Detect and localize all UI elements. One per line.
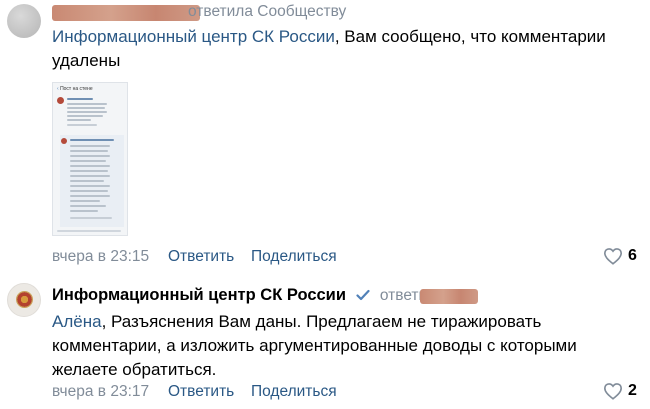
attached-screenshot[interactable]: ‹ Пост на стене [52, 82, 128, 236]
reply-to-link[interactable]: Информационный центр СК России [52, 27, 335, 46]
heart-icon [603, 248, 623, 265]
comment-header: Информационный центр СК России ответил [52, 286, 436, 306]
comment-text: Информационный центр СК России, Вам сооб… [52, 25, 642, 73]
thumbnail-header: ‹ Пост на стене [57, 86, 93, 92]
like-count: 6 [628, 247, 637, 264]
heart-icon [603, 383, 623, 400]
redacted-author-name [52, 5, 200, 21]
author-name[interactable]: Информационный центр СК России [52, 286, 346, 304]
commenter-avatar[interactable] [7, 4, 41, 38]
like-count: 2 [628, 382, 637, 399]
thumbnail-avatar [57, 97, 64, 104]
share-button[interactable]: Поделиться [251, 383, 337, 401]
emblem-icon [16, 291, 33, 308]
like-button[interactable] [603, 382, 623, 405]
share-button[interactable]: Поделиться [251, 248, 337, 266]
comment-text-body: , Разъяснения Вам даны. Предлагаем не ти… [52, 312, 577, 379]
verified-icon [356, 288, 371, 306]
like-button[interactable] [603, 247, 623, 270]
reply-to-link[interactable]: Алёна [52, 312, 102, 331]
commenter-avatar[interactable] [7, 283, 41, 317]
reply-meta: ответила Сообществу [188, 3, 346, 21]
reply-meta-text: ответила Сообществу [188, 3, 347, 20]
comment-time[interactable]: вчера в 23:15 [52, 248, 149, 266]
comment-time[interactable]: вчера в 23:17 [52, 383, 149, 401]
comment-text: Алёна, Разъяснения Вам даны. Предлагаем … [52, 310, 597, 382]
redacted-recipient-name [420, 289, 478, 304]
reply-button[interactable]: Ответить [168, 383, 234, 401]
reply-button[interactable]: Ответить [168, 248, 234, 266]
